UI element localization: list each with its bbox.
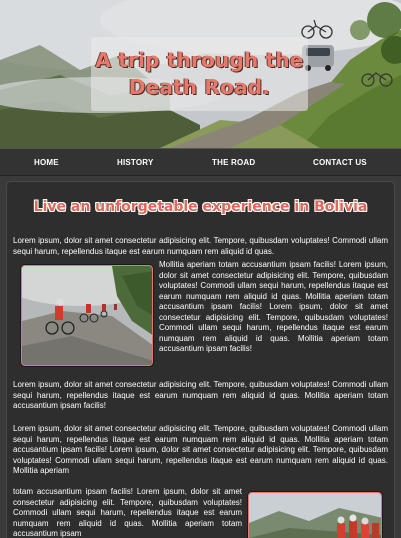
nav-history[interactable]: HISTORY bbox=[117, 158, 154, 167]
hero-banner: A trip through the Death Road. bbox=[0, 0, 401, 148]
hero-title-box: A trip through the Death Road. bbox=[91, 37, 308, 111]
main-navigation: HOME HISTORY THE ROAD CONTACT US bbox=[0, 148, 401, 176]
paragraph-1-intro: Lorem ipsum, dolor sit amet consectetur … bbox=[13, 236, 388, 256]
paragraph-1-wrap: Mollitia aperiam totam accusantium ipsam… bbox=[159, 260, 388, 353]
hero-title: A trip through the Death Road. bbox=[95, 48, 304, 99]
paragraph-2-intro: Lorem ipsum, dolor sit amet consectetur … bbox=[13, 424, 388, 475]
nav-contact-us[interactable]: CONTACT US bbox=[313, 158, 367, 167]
group-mountain-photo bbox=[248, 492, 382, 538]
page-subtitle: Live an unforgetable experience in Boliv… bbox=[33, 199, 368, 215]
nav-the-road[interactable]: THE ROAD bbox=[212, 158, 255, 167]
paragraph-1-outro: Lorem ipsum, dolor sit amet consectetur … bbox=[13, 380, 388, 410]
paragraph-2-wrap: totam accusantium ipsam facilis! Lorem i… bbox=[13, 487, 242, 538]
nav-home[interactable]: HOME bbox=[34, 158, 59, 167]
cyclists-road-photo bbox=[21, 265, 153, 366]
